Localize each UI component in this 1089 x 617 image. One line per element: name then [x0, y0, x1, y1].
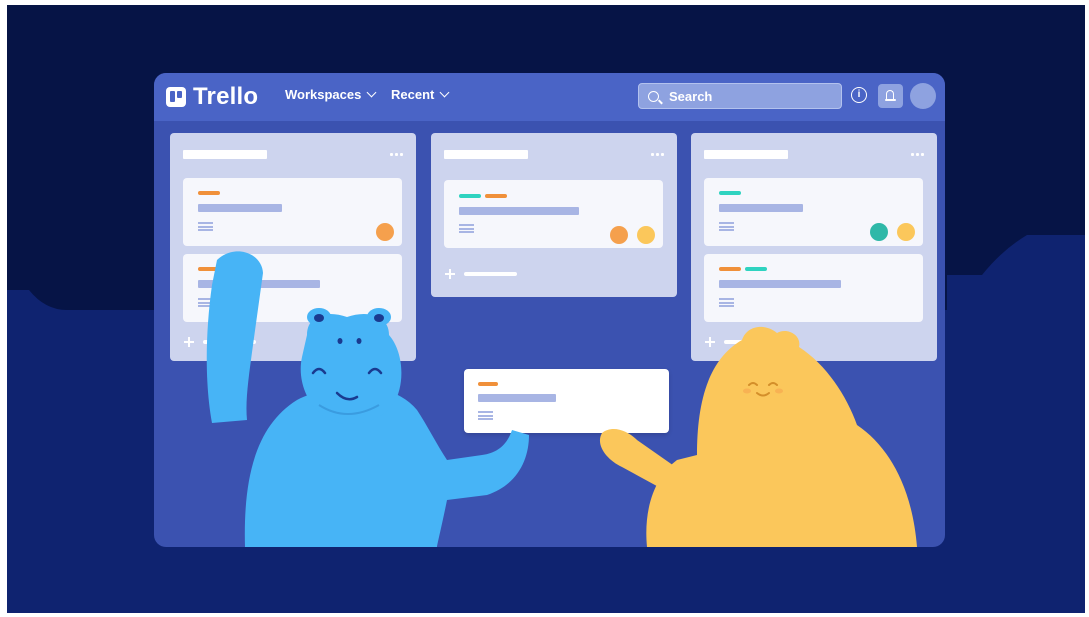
hippo-character: [206, 251, 529, 547]
yellow-bird-character: [599, 326, 917, 547]
characters: [206, 251, 917, 547]
hero-illustration: Trello Workspaces Recent Search i: [7, 5, 1085, 613]
